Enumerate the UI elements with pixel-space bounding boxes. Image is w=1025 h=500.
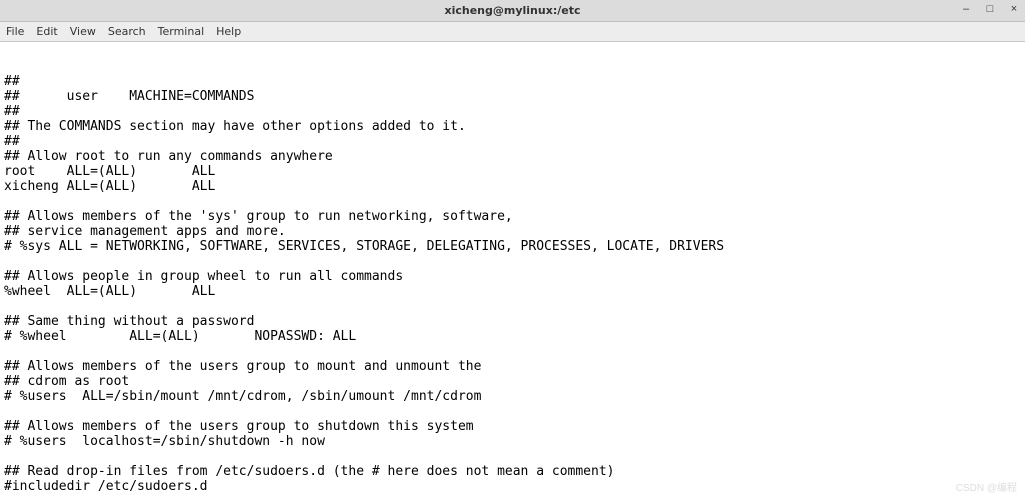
window-controls: – □ ×: [959, 2, 1021, 16]
terminal-line: ## Same thing without a password: [4, 314, 1021, 329]
terminal-line: [4, 344, 1021, 359]
terminal-line: # %wheel ALL=(ALL) NOPASSWD: ALL: [4, 329, 1021, 344]
menu-edit[interactable]: Edit: [36, 25, 57, 38]
terminal-line: [4, 404, 1021, 419]
menubar: File Edit View Search Terminal Help: [0, 22, 1025, 42]
terminal-line: ## Allows members of the 'sys' group to …: [4, 209, 1021, 224]
menu-help[interactable]: Help: [216, 25, 241, 38]
terminal-line: [4, 194, 1021, 209]
terminal-line: ## The COMMANDS section may have other o…: [4, 119, 1021, 134]
terminal-line: %wheel ALL=(ALL) ALL: [4, 284, 1021, 299]
terminal-line: ##: [4, 74, 1021, 89]
terminal-line: ## Allows people in group wheel to run a…: [4, 269, 1021, 284]
watermark: CSDN @编程: [956, 481, 1017, 496]
terminal-line: ## Read drop-in files from /etc/sudoers.…: [4, 464, 1021, 479]
titlebar: xicheng@mylinux:/etc – □ ×: [0, 0, 1025, 22]
terminal-line: # %sys ALL = NETWORKING, SOFTWARE, SERVI…: [4, 239, 1021, 254]
terminal-line: [4, 299, 1021, 314]
terminal-line: ## Allows members of the users group to …: [4, 359, 1021, 374]
terminal-line: [4, 254, 1021, 269]
terminal-line: ## service management apps and more.: [4, 224, 1021, 239]
terminal-line: ## Allow root to run any commands anywhe…: [4, 149, 1021, 164]
terminal-body[interactable]: #### user MACHINE=COMMANDS#### The COMMA…: [0, 42, 1025, 500]
menu-file[interactable]: File: [6, 25, 24, 38]
terminal-line: [4, 449, 1021, 464]
menu-search[interactable]: Search: [108, 25, 146, 38]
terminal-line: # %users localhost=/sbin/shutdown -h now: [4, 434, 1021, 449]
terminal-line: ##: [4, 134, 1021, 149]
terminal-line: ## user MACHINE=COMMANDS: [4, 89, 1021, 104]
maximize-icon[interactable]: □: [983, 2, 997, 16]
terminal-line: # %users ALL=/sbin/mount /mnt/cdrom, /sb…: [4, 389, 1021, 404]
terminal-line: xicheng ALL=(ALL) ALL: [4, 179, 1021, 194]
close-icon[interactable]: ×: [1007, 2, 1021, 16]
minimize-icon[interactable]: –: [959, 2, 973, 16]
window-title: xicheng@mylinux:/etc: [445, 4, 581, 17]
terminal-line: ##: [4, 104, 1021, 119]
terminal-line: #includedir /etc/sudoers.d: [4, 479, 1021, 494]
terminal-line: root ALL=(ALL) ALL: [4, 164, 1021, 179]
terminal-line: ## Allows members of the users group to …: [4, 419, 1021, 434]
terminal-output: #### user MACHINE=COMMANDS#### The COMMA…: [4, 74, 1021, 494]
menu-view[interactable]: View: [70, 25, 96, 38]
terminal-line: ## cdrom as root: [4, 374, 1021, 389]
menu-terminal[interactable]: Terminal: [158, 25, 205, 38]
